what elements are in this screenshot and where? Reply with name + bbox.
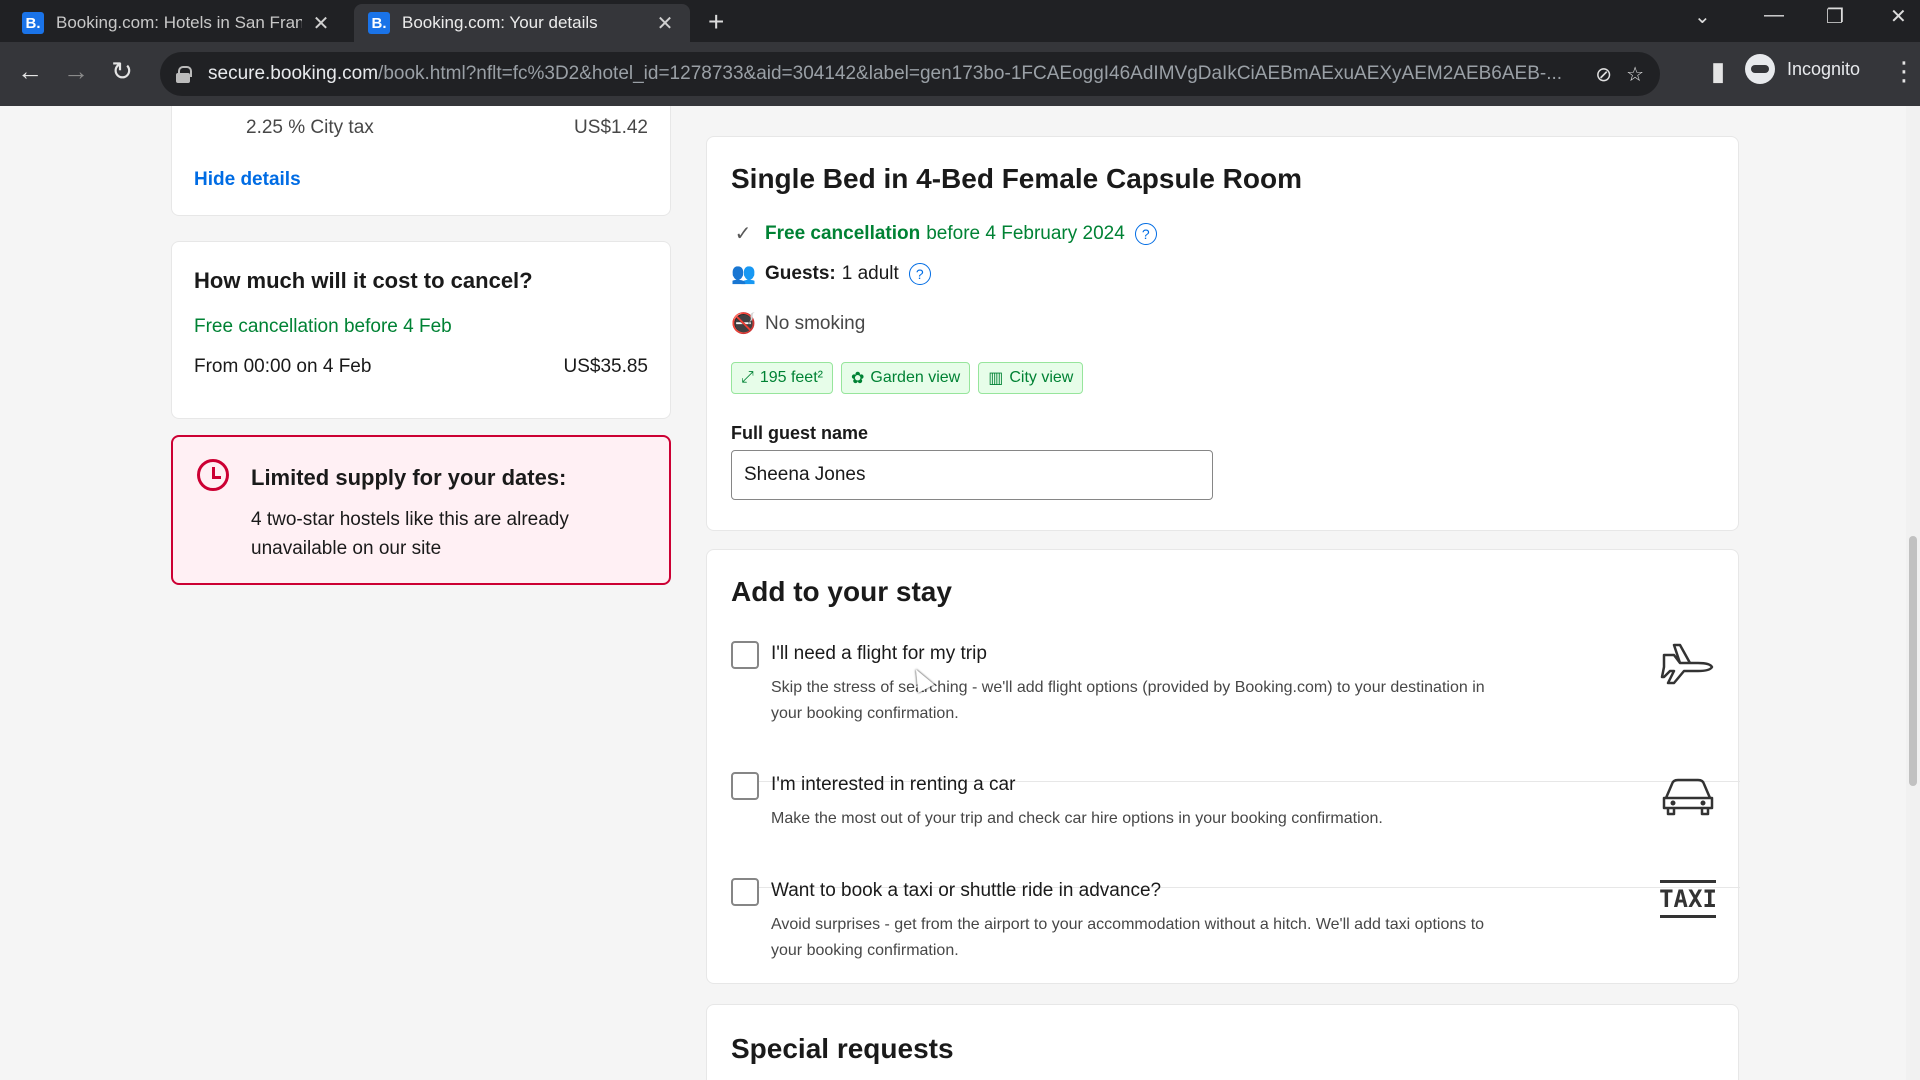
tab-title: Booking.com: Hotels in San Fran bbox=[56, 13, 302, 32]
restore-window-icon[interactable]: ❐ bbox=[1826, 4, 1844, 29]
city-view-chip: ▥ City view bbox=[978, 362, 1084, 394]
incognito-icon bbox=[1745, 54, 1775, 84]
no-smoking-label: No smoking bbox=[765, 312, 866, 334]
cancel-fee-value: US$35.85 bbox=[563, 356, 648, 377]
city-tax-value: US$1.42 bbox=[574, 117, 648, 138]
hide-details-link[interactable]: Hide details bbox=[194, 169, 301, 191]
flight-addon-description: Skip the stress of searching - we'll add… bbox=[771, 679, 1485, 722]
checkmark-icon: ✓ bbox=[734, 223, 752, 245]
scrollbar-thumb[interactable] bbox=[1909, 536, 1917, 786]
guests-value: 1 adult bbox=[841, 262, 899, 284]
flight-addon-title: I'll need a flight for my trip bbox=[771, 643, 987, 664]
forward-arrow-icon[interactable]: → bbox=[58, 56, 94, 87]
cancel-cost-title: How much will it cost to cancel? bbox=[194, 268, 533, 293]
city-buildings-icon: ▥ bbox=[988, 370, 1004, 387]
browser-tab-your-details[interactable]: B. Booking.com: Your details ✕ bbox=[354, 4, 690, 42]
lock-icon[interactable] bbox=[176, 66, 192, 83]
room-title: Single Bed in 4-Bed Female Capsule Room bbox=[731, 163, 1303, 194]
eye-off-icon[interactable]: ⊘ bbox=[1595, 62, 1612, 87]
no-smoking-row: 🚭 No smoking bbox=[731, 311, 865, 336]
booking-favicon-icon: B. bbox=[22, 12, 44, 34]
cancel-fee-label: From 00:00 on 4 Feb bbox=[194, 356, 372, 377]
airplane-icon bbox=[1660, 643, 1714, 685]
add-to-stay-card: Add to your stay I'll need a flight for … bbox=[706, 549, 1740, 984]
menu-kebab-icon[interactable]: ⋮ bbox=[1886, 56, 1920, 87]
special-requests-card: Special requests bbox=[706, 1004, 1739, 1080]
city-tax-row: 2.25 % City tax US$1.42 bbox=[246, 117, 648, 139]
back-arrow-icon[interactable]: ← bbox=[12, 56, 48, 87]
booking-favicon-icon: B. bbox=[368, 12, 390, 34]
room-facilities-chips: ⤢ 195 feet² ✿ Garden view ▥ City view bbox=[731, 362, 1084, 394]
browser-tab-bar: B. Booking.com: Hotels in San Fran ✕ B. … bbox=[0, 0, 1920, 42]
tab-search-chevron-icon[interactable]: ⌄ bbox=[1694, 4, 1711, 29]
limited-supply-alert: Limited supply for your dates: 4 two-sta… bbox=[171, 435, 671, 585]
car-icon bbox=[1662, 778, 1714, 816]
browser-tab-hotels[interactable]: B. Booking.com: Hotels in San Fran ✕ bbox=[8, 4, 346, 42]
profile-label: Incognito bbox=[1787, 58, 1861, 79]
browser-toolbar: ← → ↻ secure.booking.com/book.html?nflt=… bbox=[0, 42, 1920, 106]
minimize-window-icon[interactable]: — bbox=[1764, 4, 1784, 27]
free-cancellation-label: Free cancellation bbox=[765, 222, 921, 244]
help-question-icon[interactable]: ? bbox=[1134, 222, 1157, 245]
car-rental-addon-description: Make the most out of your trip and check… bbox=[771, 810, 1383, 827]
full-guest-name-input[interactable] bbox=[731, 450, 1213, 500]
room-size-icon: ⤢ bbox=[741, 369, 754, 386]
close-tab-icon[interactable]: ✕ bbox=[310, 11, 332, 36]
taxi-icon: TAXI bbox=[1659, 880, 1717, 918]
supply-text: 4 two-star hostels like this are already… bbox=[251, 509, 569, 559]
full-guest-name-label: Full guest name bbox=[731, 423, 869, 443]
booking-page: 2.25 % City tax US$1.42 Hide details How… bbox=[0, 106, 1920, 1080]
new-tab-icon[interactable]: + bbox=[708, 6, 724, 38]
price-breakdown-card: 2.25 % City tax US$1.42 Hide details bbox=[171, 106, 671, 216]
free-cancellation-row: ✓ Free cancellation before 4 February 20… bbox=[731, 221, 1157, 246]
incognito-profile[interactable]: Incognito bbox=[1745, 54, 1860, 84]
supply-title: Limited supply for your dates: bbox=[251, 465, 567, 490]
taxi-checkbox[interactable] bbox=[731, 878, 759, 906]
taxi-addon: Want to book a taxi or shuttle ride in a… bbox=[731, 878, 1717, 978]
side-panel-icon[interactable]: ▮ bbox=[1700, 56, 1736, 87]
close-tab-icon[interactable]: ✕ bbox=[654, 11, 676, 36]
car-rental-checkbox[interactable] bbox=[731, 772, 759, 800]
free-cancellation-text: Free cancellation before 4 Feb bbox=[194, 316, 452, 337]
bookmark-star-icon[interactable]: ☆ bbox=[1626, 62, 1644, 87]
alarm-clock-icon bbox=[197, 459, 229, 491]
city-tax-label: 2.25 % City tax bbox=[246, 117, 374, 138]
add-to-stay-title: Add to your stay bbox=[731, 576, 952, 607]
guests-icon: 👥 bbox=[731, 263, 756, 285]
no-smoking-icon: 🚭 bbox=[731, 313, 756, 335]
taxi-addon-title: Want to book a taxi or shuttle ride in a… bbox=[771, 880, 1162, 901]
reload-icon[interactable]: ↻ bbox=[104, 56, 140, 87]
cancellation-cost-card: How much will it cost to cancel? Free ca… bbox=[171, 241, 671, 419]
close-window-icon[interactable]: ✕ bbox=[1890, 4, 1907, 29]
url-text[interactable]: secure.booking.com/book.html?nflt=fc%3D2… bbox=[208, 63, 1581, 85]
garden-icon: ✿ bbox=[850, 370, 865, 387]
cancel-fee-row: From 00:00 on 4 Feb US$35.85 bbox=[194, 356, 648, 378]
flight-checkbox[interactable] bbox=[731, 641, 759, 669]
room-details-card: Single Bed in 4-Bed Female Capsule Room … bbox=[706, 136, 1739, 531]
free-cancellation-date: before 4 February 2024 bbox=[926, 222, 1125, 244]
flight-addon: I'll need a flight for my trip Skip the … bbox=[731, 641, 1716, 761]
car-rental-addon: I'm interested in renting a car Make the… bbox=[731, 772, 1716, 862]
garden-view-chip: ✿ Garden view bbox=[840, 362, 971, 394]
tab-title: Booking.com: Your details bbox=[402, 13, 598, 32]
car-rental-addon-title: I'm interested in renting a car bbox=[771, 774, 1016, 795]
help-question-icon[interactable]: ? bbox=[908, 262, 931, 285]
page-scrollbar[interactable] bbox=[1906, 106, 1920, 1080]
guests-row: 👥 Guests: 1 adult ? bbox=[731, 261, 931, 286]
special-requests-title: Special requests bbox=[731, 1033, 954, 1064]
guests-label: Guests: bbox=[765, 262, 836, 284]
address-bar[interactable]: secure.booking.com/book.html?nflt=fc%3D2… bbox=[160, 52, 1660, 96]
taxi-addon-description: Avoid surprises - get from the airport t… bbox=[771, 916, 1485, 959]
room-size-chip: ⤢ 195 feet² bbox=[731, 362, 833, 394]
